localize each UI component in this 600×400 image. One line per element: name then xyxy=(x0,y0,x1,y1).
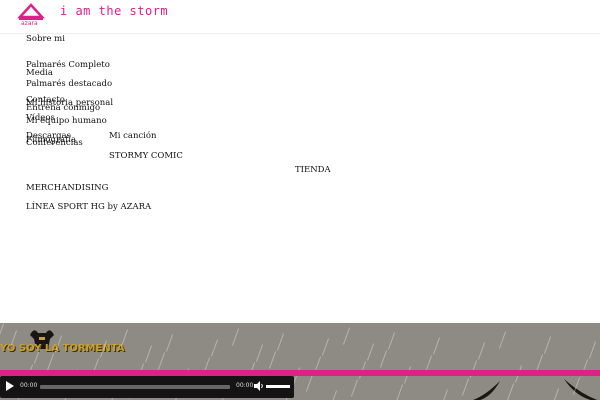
rain-stripe xyxy=(157,352,166,370)
volume-icon[interactable] xyxy=(254,381,264,391)
current-time: 00:00 xyxy=(20,382,38,389)
nav-sobre-mi[interactable]: Sobre mi xyxy=(26,34,65,44)
nav-mi-cancion[interactable]: Mi canción xyxy=(109,131,157,141)
rain-stripe xyxy=(0,323,5,341)
rain-stripe xyxy=(350,379,359,397)
volume-slider[interactable] xyxy=(266,385,290,388)
rain-stripe xyxy=(305,374,314,392)
site-tagline: i am the storm xyxy=(60,4,169,18)
nav-stormy-comic[interactable]: STORMY COMIC xyxy=(109,151,183,161)
nav-conferencias[interactable]: Conferencias xyxy=(26,138,83,148)
azara-logo[interactable]: azara xyxy=(15,2,47,28)
rain-stripe xyxy=(387,332,396,350)
rain-stripe xyxy=(210,339,219,357)
rain-stripe xyxy=(144,345,153,363)
site-header: azara i am the storm xyxy=(0,0,600,34)
rain-stripe xyxy=(165,334,174,352)
rain-stripe xyxy=(46,353,55,371)
nav-entrena[interactable]: Entrena conmigo xyxy=(26,103,100,113)
volume-fill xyxy=(266,385,290,388)
duration-time: 00:00 xyxy=(236,382,254,389)
rain-stripe xyxy=(506,383,515,400)
rain-stripe xyxy=(329,390,338,400)
nav-linea-sport[interactable]: LÍNEA SPORT HG by AZARA xyxy=(26,202,151,212)
progress-track[interactable] xyxy=(40,385,230,389)
nav-palmares-destacado[interactable]: Palmarés destacado xyxy=(26,79,112,89)
rain-stripe xyxy=(588,341,597,359)
play-button[interactable] xyxy=(6,381,14,391)
rain-stripe xyxy=(551,388,560,400)
rain-stripe xyxy=(477,342,486,360)
horn-left-icon xyxy=(472,381,500,400)
rain-stripe xyxy=(395,384,404,400)
horn-right-icon xyxy=(564,379,598,400)
rain-stripe xyxy=(379,350,388,368)
rain-stripe xyxy=(255,344,264,362)
rain-stripe xyxy=(342,327,351,345)
banner-title: YO SOY LA TORMENTA xyxy=(0,343,125,354)
rain-stripe xyxy=(231,328,240,346)
rain-stripe xyxy=(432,337,441,355)
rain-stripe xyxy=(543,336,552,354)
rain-stripe xyxy=(366,343,375,361)
nav-equipo[interactable]: Mi equipo humano xyxy=(26,116,107,126)
logo-text: azara xyxy=(21,20,38,27)
nav-media[interactable]: Media xyxy=(26,68,53,78)
nav-merchandising[interactable]: MERCHANDISING xyxy=(26,183,108,193)
rain-stripe xyxy=(321,338,330,356)
rain-stripe xyxy=(461,378,470,396)
audio-player: 00:00 00:00 xyxy=(0,376,294,398)
rain-stripe xyxy=(440,389,449,400)
rain-stripe xyxy=(276,333,285,351)
nav-tienda[interactable]: TIENDA xyxy=(295,165,331,175)
rain-stripe xyxy=(498,331,507,349)
rain-stripe xyxy=(268,351,277,369)
